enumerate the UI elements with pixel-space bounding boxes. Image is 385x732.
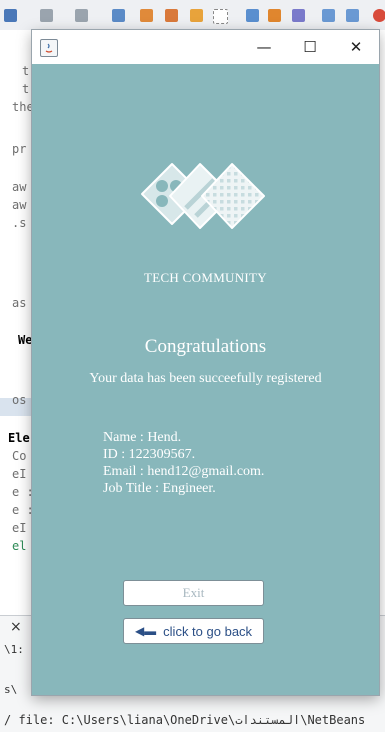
code-line: aw bbox=[12, 180, 27, 194]
code-line: os bbox=[12, 393, 27, 407]
toolbar-icon[interactable] bbox=[292, 9, 305, 22]
toolbar-icon[interactable] bbox=[373, 9, 385, 22]
registration-window: — ☐ ✕ TECH COMMUNITY Congratulations You… bbox=[32, 30, 379, 695]
toolbar-icon[interactable] bbox=[112, 9, 125, 22]
toolbar-icon[interactable] bbox=[213, 9, 228, 24]
output-line: \1: bbox=[4, 643, 24, 656]
output-line: s\ bbox=[4, 683, 18, 696]
detail-name: Name : Hend. bbox=[103, 430, 182, 445]
code-line: t bbox=[22, 82, 30, 96]
java-app-icon bbox=[40, 39, 58, 57]
go-back-button-label: click to go back bbox=[163, 623, 253, 639]
code-line: el bbox=[12, 539, 27, 553]
congratulations-heading: Congratulations bbox=[144, 336, 267, 357]
detail-job-title: Job Title : Engineer. bbox=[103, 481, 216, 496]
minimize-button[interactable]: — bbox=[241, 30, 287, 64]
tech-community-logo bbox=[141, 163, 265, 229]
toolbar-icon[interactable] bbox=[140, 9, 153, 22]
toolbar-icon[interactable] bbox=[40, 9, 53, 22]
detail-email: Email : hend12@gmail.com. bbox=[103, 464, 265, 479]
detail-id: ID : 122309567. bbox=[103, 447, 196, 462]
go-back-button[interactable]: ◀▬ click to go back bbox=[123, 618, 264, 644]
toolbar-icon[interactable] bbox=[268, 9, 281, 22]
code-line: Ele bbox=[8, 431, 30, 445]
exit-button[interactable]: Exit bbox=[123, 580, 264, 606]
close-icon[interactable]: × bbox=[10, 619, 22, 635]
code-line: e : bbox=[12, 485, 34, 499]
title-bar[interactable]: — ☐ ✕ bbox=[32, 30, 379, 64]
dialog-content: TECH COMMUNITY Congratulations Your data… bbox=[32, 64, 379, 695]
code-line: Co bbox=[12, 449, 27, 463]
code-line: eI bbox=[12, 467, 27, 481]
code-line: .s bbox=[12, 216, 27, 230]
toolbar-icon[interactable] bbox=[75, 9, 88, 22]
code-line: aw bbox=[12, 198, 27, 212]
toolbar-icon[interactable] bbox=[190, 9, 203, 22]
toolbar-icon[interactable] bbox=[165, 9, 178, 22]
toolbar-icon[interactable] bbox=[4, 9, 17, 22]
output-line: / file: C:\Users\liana\OneDrive\المستندا… bbox=[4, 713, 366, 727]
maximize-button[interactable]: ☐ bbox=[287, 30, 333, 64]
toolbar-icon[interactable] bbox=[246, 9, 259, 22]
arrow-left-icon: ◀▬ bbox=[134, 624, 157, 638]
code-line: We bbox=[18, 333, 33, 347]
success-message: Your data has been succeefully registere… bbox=[89, 371, 322, 386]
registration-details: Name : Hend. ID : 122309567. Email : hen… bbox=[103, 429, 264, 497]
code-line: e : bbox=[12, 503, 34, 517]
code-line: as bbox=[12, 296, 27, 310]
exit-button-label: Exit bbox=[182, 585, 205, 600]
brand-name: TECH COMMUNITY bbox=[143, 270, 267, 285]
toolbar-icon[interactable] bbox=[346, 9, 359, 22]
code-line: the bbox=[12, 100, 34, 114]
toolbar-icon[interactable] bbox=[322, 9, 335, 22]
code-line: pr bbox=[12, 142, 27, 156]
close-button[interactable]: ✕ bbox=[333, 30, 379, 64]
ide-toolbar bbox=[0, 0, 385, 31]
code-line: eI bbox=[12, 521, 27, 535]
code-line: t bbox=[22, 64, 30, 78]
